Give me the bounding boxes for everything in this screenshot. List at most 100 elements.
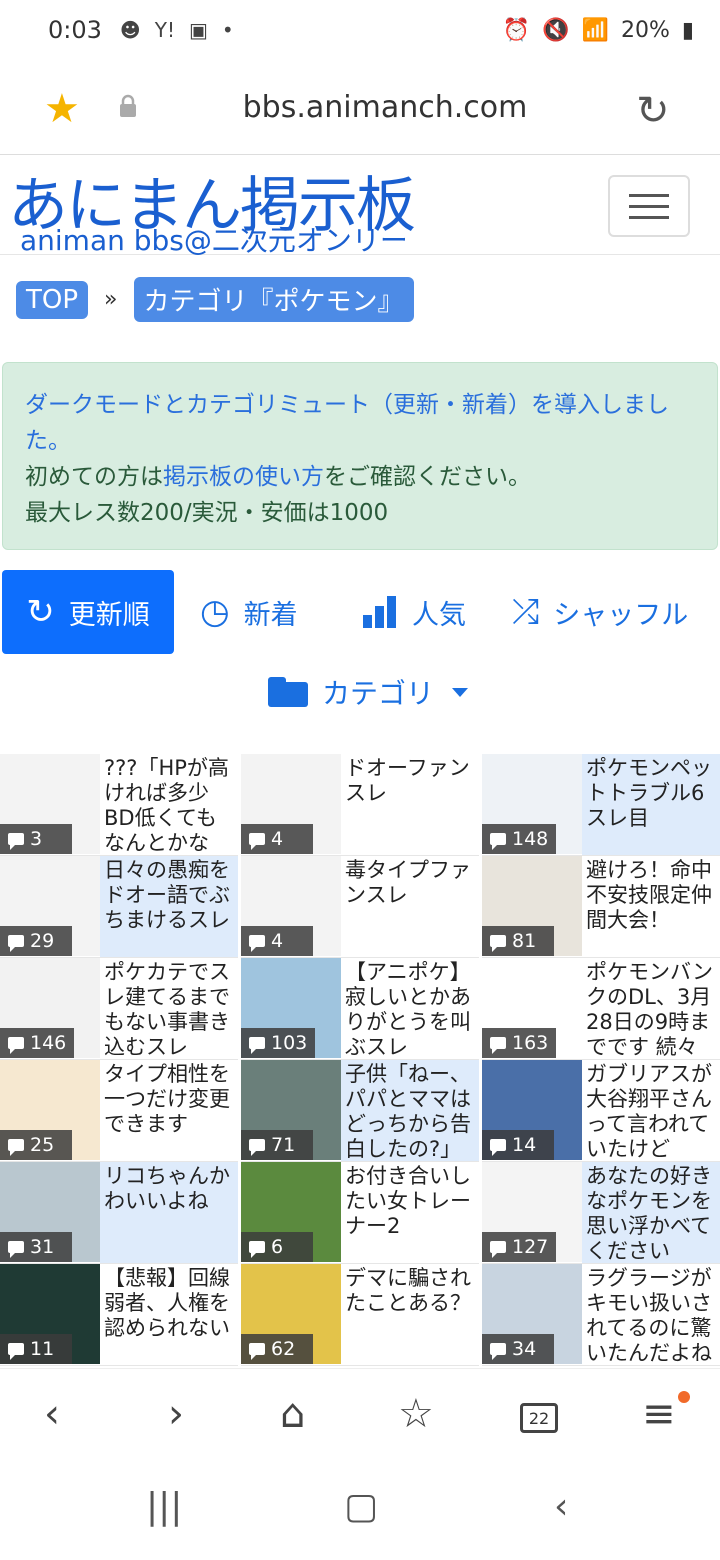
category-dropdown[interactable]: カテゴリ [268, 672, 469, 712]
category-dropdown-label: カテゴリ [322, 677, 435, 710]
reply-count-badge: 3 [0, 824, 72, 854]
thread-title[interactable]: デマに騙されたことある？ [341, 1264, 479, 1365]
reply-count-badge: 29 [0, 926, 72, 956]
thread-card[interactable]: 6 お付き合いしたい女トレーナー2 [241, 1162, 479, 1264]
hamburger-line [629, 204, 669, 208]
thread-title[interactable]: 避けろ！命中不安技限定仲間大会！ [582, 856, 720, 957]
reply-count: 6 [271, 1236, 284, 1258]
thread-title[interactable]: 毒タイプファンスレ [341, 856, 479, 957]
thread-title[interactable]: 日々の愚痴をドオー語でぶちまけるスレ [100, 856, 238, 957]
reply-count-badge: 163 [482, 1028, 557, 1058]
thread-card[interactable]: 163 ポケモンバンクのDL、3月28日の9時までです 続々 [482, 958, 720, 1060]
notice-guide-prefix: 初めての方は [25, 464, 163, 490]
comment-icon [8, 1139, 24, 1156]
back-icon[interactable]: ‹ [44, 1391, 60, 1437]
reply-count-badge: 25 [0, 1130, 72, 1160]
status-time: 0:03 [48, 16, 102, 44]
comment-icon [490, 1139, 506, 1156]
thread-title[interactable]: タイプ相性を一つだけ変更できます [100, 1060, 238, 1161]
thread-card[interactable]: 31 リコちゃんかわいいよね [0, 1162, 238, 1264]
thread-title[interactable]: あなたの好きなポケモンを思い浮かべてください [582, 1162, 720, 1263]
system-back-icon[interactable]: ‹ [554, 1486, 568, 1527]
thread-title[interactable]: お付き合いしたい女トレーナー2 [341, 1162, 479, 1263]
reply-count-badge: 4 [241, 824, 313, 854]
thread-title[interactable]: ドオーファンスレ [341, 754, 479, 855]
comment-icon [249, 1241, 265, 1258]
home-icon[interactable]: ⌂ [280, 1391, 305, 1437]
thread-card[interactable]: 4 毒タイプファンスレ [241, 856, 479, 958]
folder-icon [268, 677, 308, 707]
hamburger-line [629, 215, 669, 219]
thread-thumbnail: 34 [482, 1264, 582, 1364]
sort-new-button[interactable]: ◷ 新着 [200, 570, 298, 654]
bookmarks-icon[interactable]: ☆ [398, 1391, 434, 1437]
reply-count-badge: 11 [0, 1334, 72, 1364]
home-button-icon[interactable]: ▢ [344, 1486, 378, 1527]
breadcrumb-top[interactable]: TOP [16, 280, 89, 319]
thread-title[interactable]: ポケモンバンクのDL、3月28日の9時までです 続々 [582, 958, 720, 1059]
reply-count-badge: 148 [482, 824, 557, 854]
thread-title[interactable]: ???「HPが高ければ多少BD低くてもなんとかなる」 [100, 754, 238, 855]
notification-icons: ☻ Y! ▣ • [120, 18, 234, 42]
reply-count: 103 [271, 1032, 308, 1054]
thread-title[interactable]: ポケモンペットトラブル6スレ目 [582, 754, 720, 855]
thread-card[interactable]: 146 ポケカテでスレ建てるまでもない事書き込むスレ 00 [0, 958, 238, 1060]
url-text[interactable]: bbs.animanch.com [0, 90, 720, 125]
usage-guide-link[interactable]: 掲示板の使い方 [163, 464, 324, 490]
breadcrumb-category[interactable]: カテゴリ『ポケモン』 [133, 277, 414, 322]
thread-card[interactable]: 71 子供「ねー、パパとママはどっちから告白したの?」 [241, 1060, 479, 1162]
thread-card[interactable]: 3 ???「HPが高ければ多少BD低くてもなんとかなる」 [0, 754, 238, 856]
reply-count-badge: 103 [241, 1028, 316, 1058]
site-logo-subtitle: animan bbs@二次元オンリー [20, 224, 408, 257]
thread-card[interactable]: 148 ポケモンペットトラブル6スレ目 [482, 754, 720, 856]
recent-apps-icon[interactable]: ||| [146, 1486, 182, 1527]
thread-card[interactable]: 4 ドオーファンスレ [241, 754, 479, 856]
thread-card[interactable]: 29 日々の愚痴をドオー語でぶちまけるスレ [0, 856, 238, 958]
thread-thumbnail: 62 [241, 1264, 341, 1364]
tabs-button[interactable]: 22 [520, 1403, 558, 1433]
refresh-icon: ↻ [26, 592, 55, 632]
thread-card[interactable]: 34 ラグラージがキモい扱いされてるのに驚いたんだよね [482, 1264, 720, 1366]
notice-guide-line: 初めての方は掲示板の使い方をご確認ください。 [25, 459, 695, 495]
thread-title[interactable]: リコちゃんかわいいよね [100, 1162, 238, 1263]
forward-icon[interactable]: › [168, 1391, 184, 1437]
reply-count-badge: 127 [482, 1232, 557, 1262]
sort-shuffle-button[interactable]: ⤮ シャッフル [512, 570, 688, 654]
reply-count: 148 [512, 828, 549, 850]
thread-title[interactable]: 【悲報】回線弱者、人権を認められない [100, 1264, 238, 1365]
thread-title[interactable]: 【アニポケ】寂しいとかありがとうを叫ぶスレ [341, 958, 479, 1059]
thread-card[interactable]: 11 【悲報】回線弱者、人権を認められない [0, 1264, 238, 1366]
thread-card[interactable]: 14 ガブリアスが大谷翔平さんって言われていたけど [482, 1060, 720, 1162]
thread-title[interactable]: ガブリアスが大谷翔平さんって言われていたけど [582, 1060, 720, 1161]
menu-icon[interactable]: ≡ [642, 1391, 676, 1437]
thread-title[interactable]: ポケカテでスレ建てるまでもない事書き込むスレ 00 [100, 958, 238, 1059]
reply-count-badge: 4 [241, 926, 313, 956]
thread-thumbnail: 148 [482, 754, 582, 854]
comment-icon [490, 833, 506, 850]
thread-card[interactable]: 25 タイプ相性を一つだけ変更できます [0, 1060, 238, 1162]
reply-count-badge: 34 [482, 1334, 554, 1364]
system-icons: ⏰ 🔇 📶 20% ▮ [503, 18, 694, 43]
comment-icon [8, 1241, 24, 1258]
thread-card[interactable]: 127 あなたの好きなポケモンを思い浮かべてください [482, 1162, 720, 1264]
reload-icon[interactable]: ↻ [636, 88, 670, 134]
sort-update-button[interactable]: ↻ 更新順 [2, 570, 174, 654]
thread-title[interactable]: ラグラージがキモい扱いされてるのに驚いたんだよね [582, 1264, 720, 1365]
hamburger-menu-button[interactable] [608, 175, 690, 237]
reply-count: 3 [30, 828, 43, 850]
thread-title[interactable]: 子供「ねー、パパとママはどっちから告白したの?」 [341, 1060, 479, 1161]
thread-card[interactable]: 81 避けろ！命中不安技限定仲間大会！ [482, 856, 720, 958]
reply-count-badge: 6 [241, 1232, 313, 1262]
comment-icon [490, 1241, 506, 1258]
thread-thumbnail: 127 [482, 1162, 582, 1262]
comment-icon [249, 833, 265, 850]
thread-thumbnail: 163 [482, 958, 582, 1058]
thread-thumbnail: 81 [482, 856, 582, 956]
thread-card[interactable]: 62 デマに騙されたことある？ [241, 1264, 479, 1366]
reply-count: 14 [512, 1134, 537, 1156]
sort-popular-button[interactable]: 人気 [362, 570, 466, 654]
notice-announcement-link[interactable]: ダークモードとカテゴリミュート（更新・新着）を導入しました。 [25, 387, 695, 459]
comment-icon [8, 833, 24, 850]
thread-thumbnail: 3 [0, 754, 100, 854]
thread-card[interactable]: 103 【アニポケ】寂しいとかありがとうを叫ぶスレ [241, 958, 479, 1060]
